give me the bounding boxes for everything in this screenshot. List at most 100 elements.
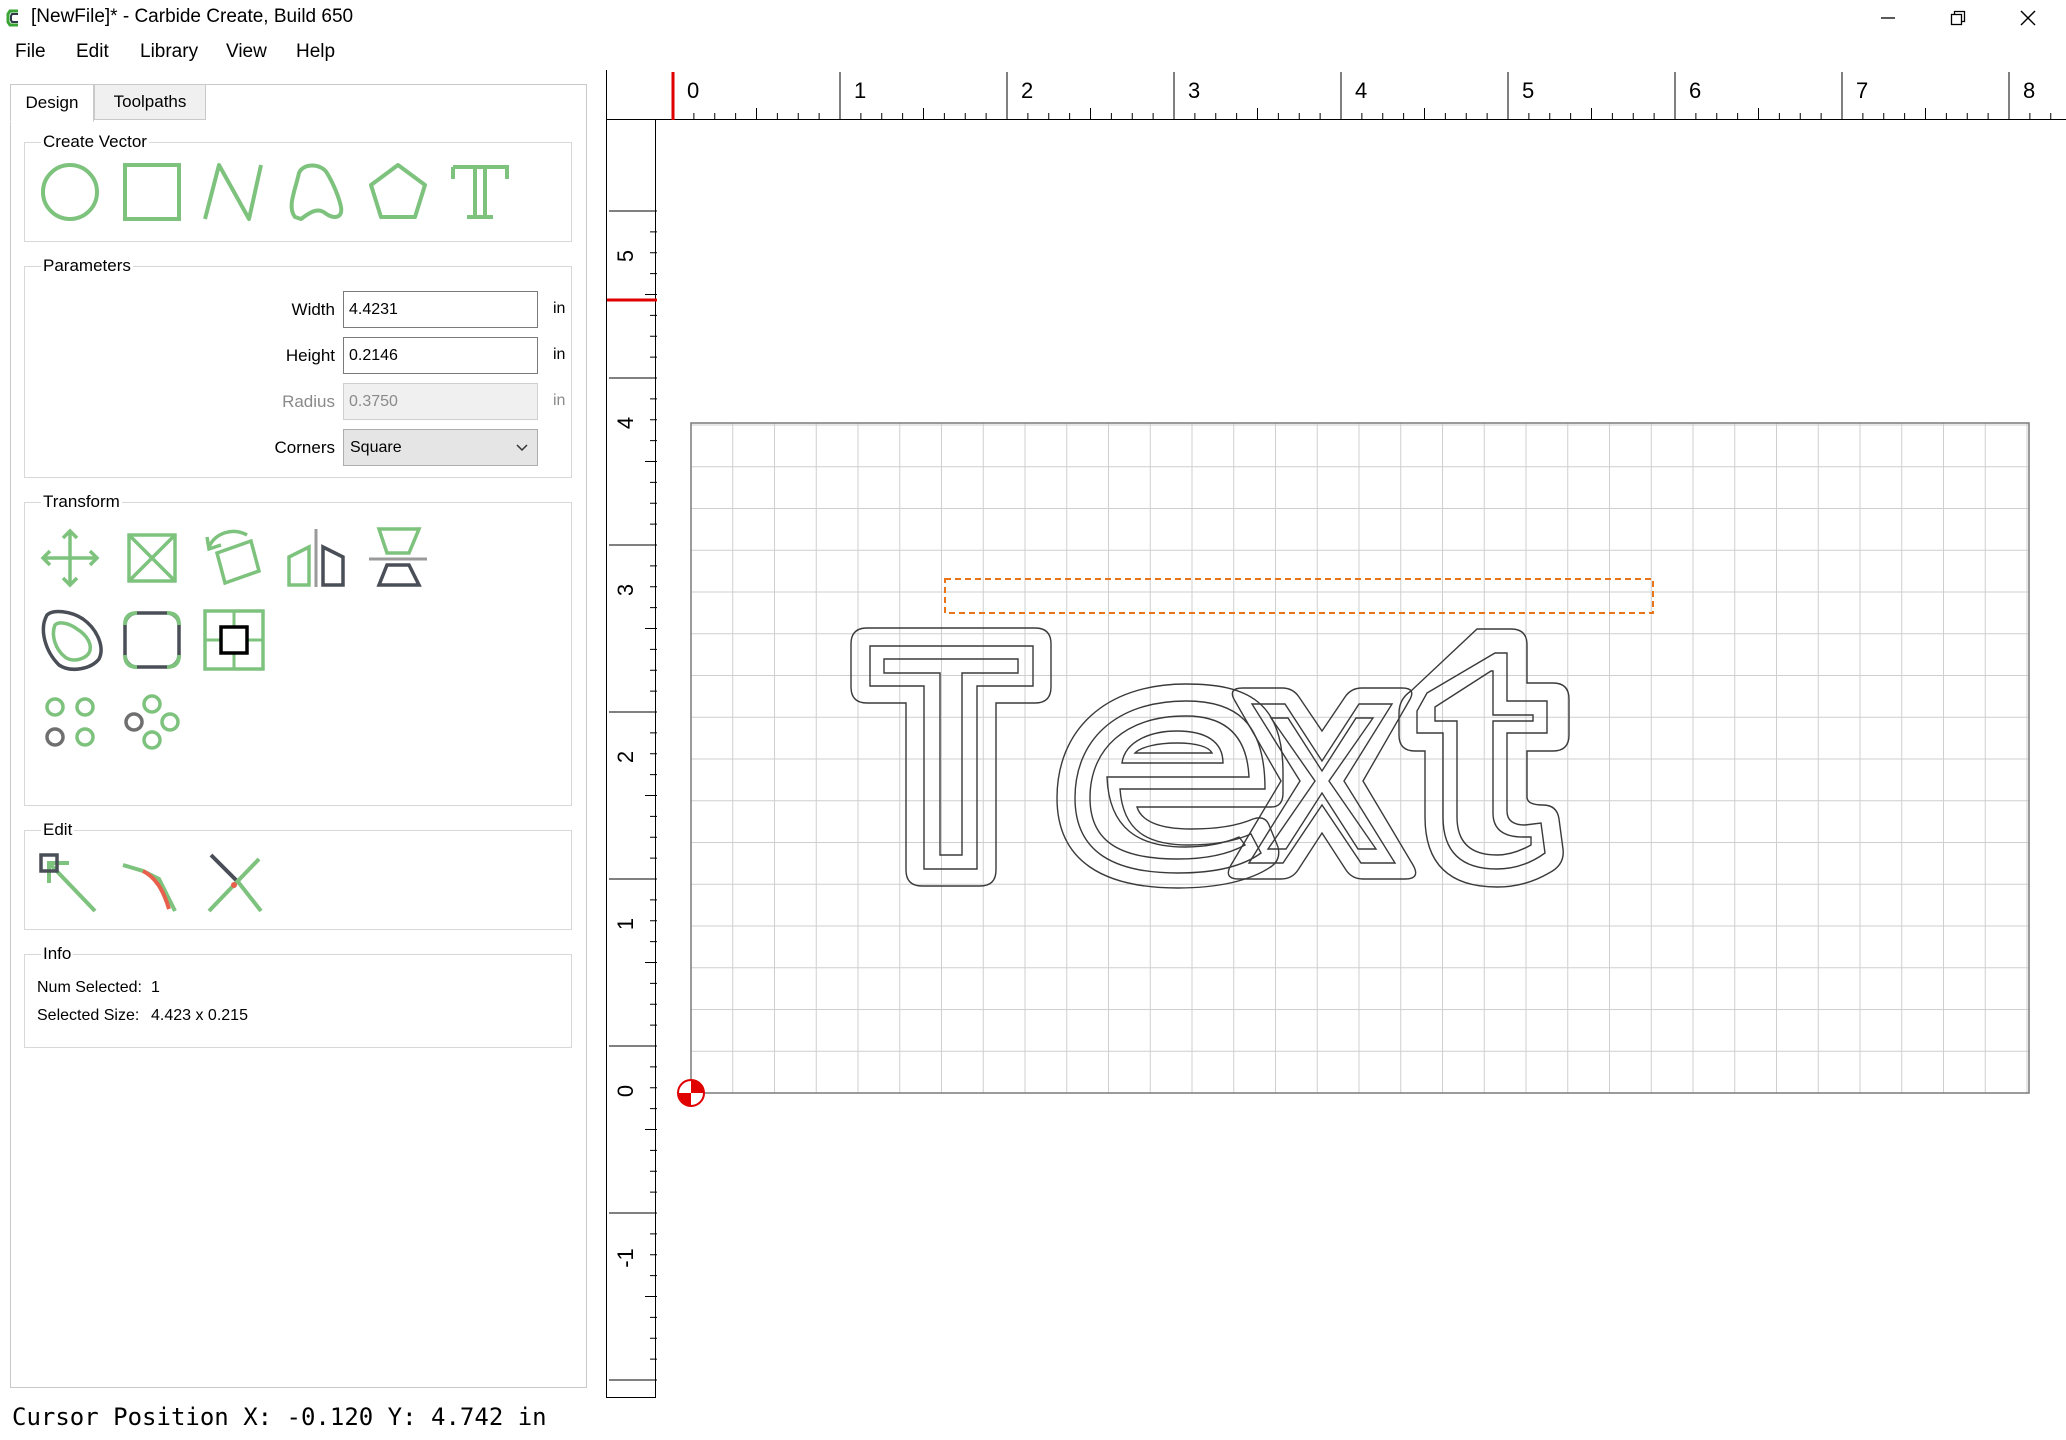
boolean-icon[interactable]: [199, 605, 269, 675]
restore-icon: [1950, 10, 1966, 26]
cursor-position-status: Cursor Position X: -0.120 Y: 4.742 in: [12, 1403, 547, 1431]
mirror-icon[interactable]: [281, 523, 351, 593]
rotate-icon[interactable]: [199, 523, 269, 593]
letter-e-counter-inner[interactable]: [1133, 742, 1214, 754]
edit-group: Edit: [24, 820, 572, 930]
letter-x-inner[interactable]: [1266, 717, 1378, 850]
stock-boundary: [690, 422, 2030, 1094]
ruler-x-label: 1: [854, 78, 866, 103]
ruler-y-label: 5: [613, 250, 638, 262]
title-bar: [NewFile]* - Carbide Create, Build 650: [0, 0, 2066, 36]
offset-icon[interactable]: [35, 605, 105, 675]
origin-marker: [677, 1079, 705, 1107]
width-label: Width: [291, 300, 335, 319]
menu-edit[interactable]: Edit: [76, 41, 109, 63]
group-title: Parameters: [41, 256, 133, 276]
ruler-y-label: 3: [613, 584, 638, 596]
letter-x-offset[interactable]: [1247, 703, 1397, 864]
tab-toolpaths[interactable]: Toolpaths: [94, 84, 206, 120]
group-title: Edit: [41, 820, 75, 840]
circular-array-icon[interactable]: [117, 687, 187, 757]
polyline-icon[interactable]: [199, 157, 269, 227]
vertical-ruler-svg: 5 4 3 2 1 0 -1: [607, 210, 657, 1381]
corners-select[interactable]: Square: [343, 429, 538, 466]
radius-label: Radius: [282, 392, 335, 411]
canvas-svg[interactable]: [657, 121, 2066, 1398]
radius-field[interactable]: [343, 383, 538, 420]
corners-value: Square: [350, 438, 402, 456]
menu-help[interactable]: Help: [296, 41, 335, 63]
curve-icon[interactable]: [281, 157, 351, 227]
carbide-logo-icon: [6, 9, 18, 27]
ruler-x-label: 2: [1021, 78, 1033, 103]
menu-view[interactable]: View: [226, 41, 267, 63]
horizontal-ruler-svg: 0 1 2 3 4 5 6 7 8: [671, 72, 2052, 120]
letter-t-inner[interactable]: [883, 658, 1019, 856]
node-edit-icon[interactable]: [35, 849, 105, 919]
parameters-group: Parameters Width in Height in Radius in …: [24, 256, 572, 478]
letter-e-inner[interactable]: [1089, 715, 1250, 860]
transform-group: Transform: [24, 492, 572, 806]
text-icon[interactable]: [445, 157, 515, 227]
chevron-down-icon: [516, 444, 528, 452]
height-field[interactable]: [343, 337, 538, 374]
create-vector-group: Create Vector: [24, 132, 572, 242]
ruler-y-label: -1: [613, 1248, 638, 1268]
menu-bar: File Edit Library View Help: [0, 36, 2066, 68]
num-selected-value: 1: [151, 979, 160, 996]
info-group: Info Num Selected: 1 Selected Size: 4.42…: [24, 944, 572, 1048]
join-icon[interactable]: [117, 849, 187, 919]
ruler-x-label: 0: [687, 78, 699, 103]
height-label: Height: [285, 346, 335, 365]
selected-size-label: Selected Size:: [37, 1007, 140, 1024]
rectangle-icon[interactable]: [117, 157, 187, 227]
scale-icon[interactable]: [117, 523, 187, 593]
vertical-ruler-ticks: [609, 210, 657, 1381]
corners-label: Corners: [274, 438, 335, 457]
selected-rectangle[interactable]: [944, 578, 1654, 614]
group-title: Create Vector: [41, 132, 149, 152]
tab-design[interactable]: Design: [10, 84, 94, 122]
grid-array-icon[interactable]: [35, 687, 105, 757]
width-unit: in: [553, 300, 566, 317]
ruler-y-label: 2: [613, 751, 638, 763]
restore-button[interactable]: [1923, 0, 1993, 36]
menu-library[interactable]: Library: [140, 41, 198, 63]
design-canvas[interactable]: [657, 121, 2066, 1398]
ruler-x-label: 5: [1522, 78, 1534, 103]
vertical-ruler: 5 4 3 2 1 0 -1: [606, 120, 657, 1398]
horizontal-ruler: 0 1 2 3 4 5 6 7 8: [606, 70, 2066, 120]
close-icon: [2020, 10, 2036, 26]
polygon-icon[interactable]: [363, 157, 433, 227]
letter-e-offset[interactable]: [1074, 700, 1266, 874]
width-field[interactable]: [343, 291, 538, 328]
text-vectors[interactable]: [850, 627, 1570, 889]
ruler-x-label: 8: [2023, 78, 2035, 103]
fillet-icon[interactable]: [117, 605, 187, 675]
group-title: Transform: [41, 492, 122, 512]
align-icon[interactable]: [363, 523, 433, 593]
letter-t-outline[interactable]: [850, 627, 1052, 887]
move-icon[interactable]: [35, 523, 105, 593]
menu-file[interactable]: File: [15, 41, 46, 63]
minimize-button[interactable]: [1853, 0, 1923, 36]
height-unit: in: [553, 346, 566, 363]
selected-size-value: 4.423 x 0.215: [151, 1007, 248, 1024]
ruler-x-label: 7: [1856, 78, 1868, 103]
num-selected-label: Num Selected:: [37, 979, 142, 996]
ruler-x-label: 6: [1689, 78, 1701, 103]
trim-icon[interactable]: [199, 849, 269, 919]
ruler-x-label: 3: [1188, 78, 1200, 103]
group-title: Info: [41, 944, 74, 964]
window-title: [NewFile]* - Carbide Create, Build 650: [31, 6, 354, 27]
ruler-y-label: 1: [613, 918, 638, 930]
circle-icon[interactable]: [35, 157, 105, 227]
ruler-y-label: 4: [613, 417, 638, 429]
close-button[interactable]: [1993, 0, 2063, 36]
ruler-x-label: 4: [1355, 78, 1367, 103]
radius-unit: in: [553, 392, 566, 409]
minimize-icon: [1881, 17, 1895, 19]
letter-e-counter[interactable]: [1121, 730, 1224, 764]
letter-t-offset[interactable]: [869, 645, 1034, 870]
stock-grid: [690, 423, 2029, 1094]
